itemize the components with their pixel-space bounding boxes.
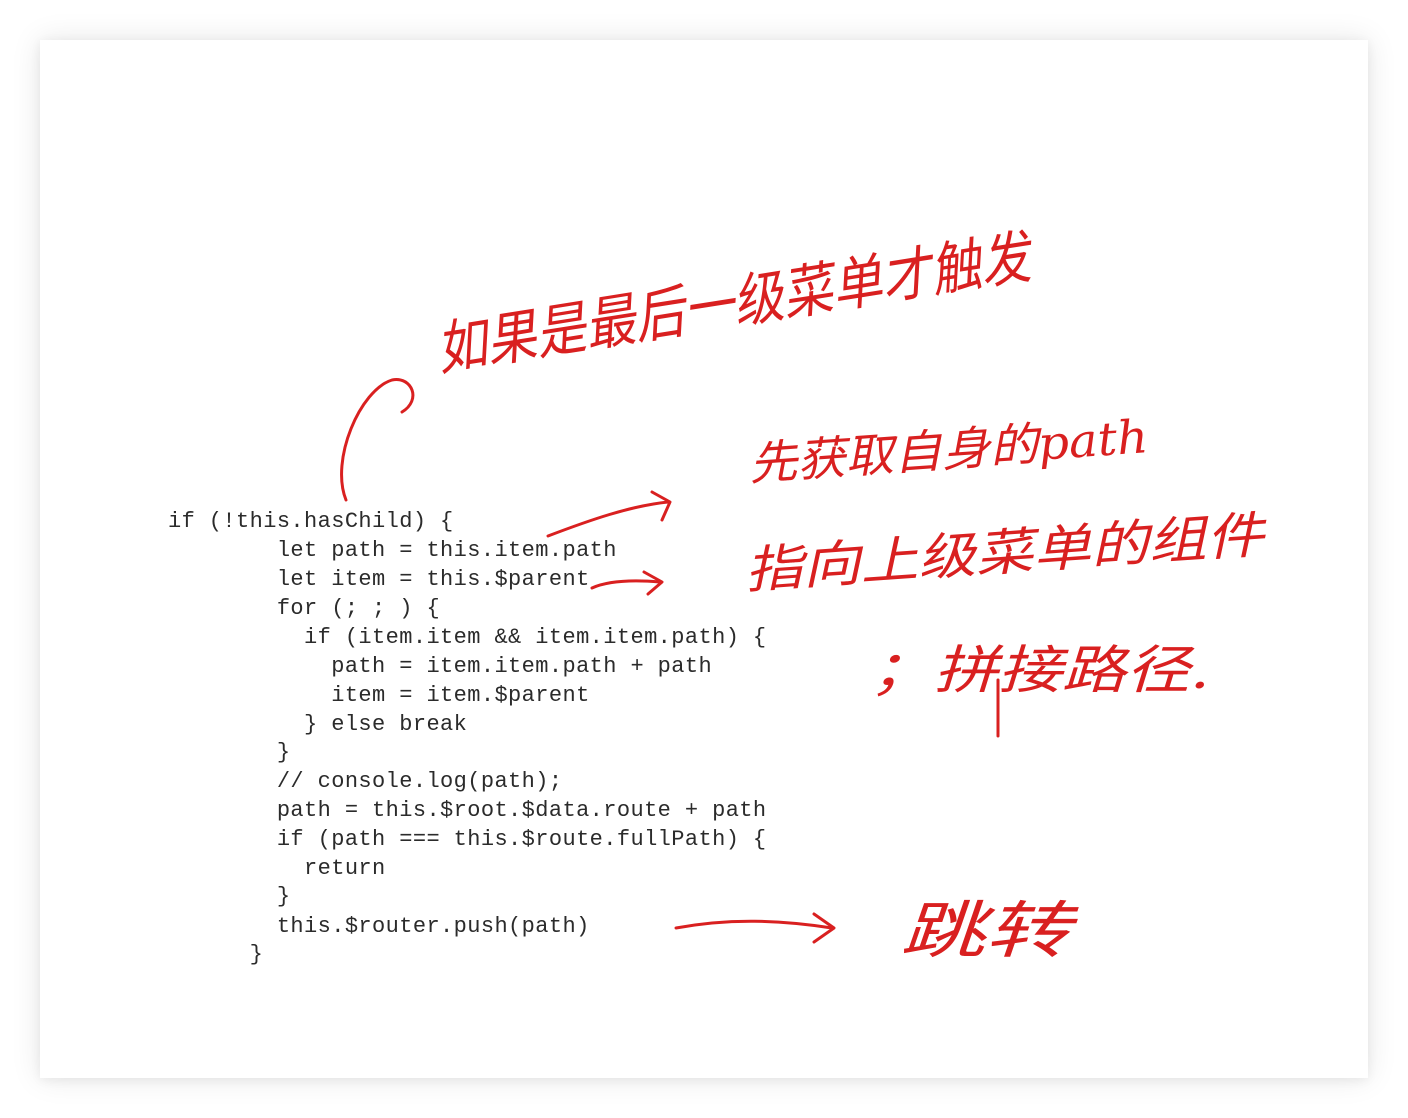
arrow-get-path: [546, 500, 670, 538]
note-page: if (!this.hasChild) { let path = this.it…: [40, 40, 1368, 1078]
handwriting-layer: 如果是最后一级菜单才触发 先获取自身的path 指向上级菜单的组件 ；拼接路径.…: [340, 222, 1270, 967]
top-note: 如果是最后一级菜单才触发: [432, 222, 1039, 384]
parent-arrow-head-icon: [642, 570, 664, 596]
concat-note: ；拼接路径.: [870, 641, 1210, 701]
arrow-head-icon: [650, 490, 672, 522]
parent-note: 指向上级菜单的组件: [743, 506, 1270, 600]
get-path-note: 先获取自身的path: [747, 409, 1150, 491]
navigate-note: 跳转: [900, 894, 1080, 967]
parent-arrow: [590, 579, 662, 590]
curved-arrow-to-top-note: [340, 378, 415, 502]
arrow-navigate: [674, 919, 834, 930]
